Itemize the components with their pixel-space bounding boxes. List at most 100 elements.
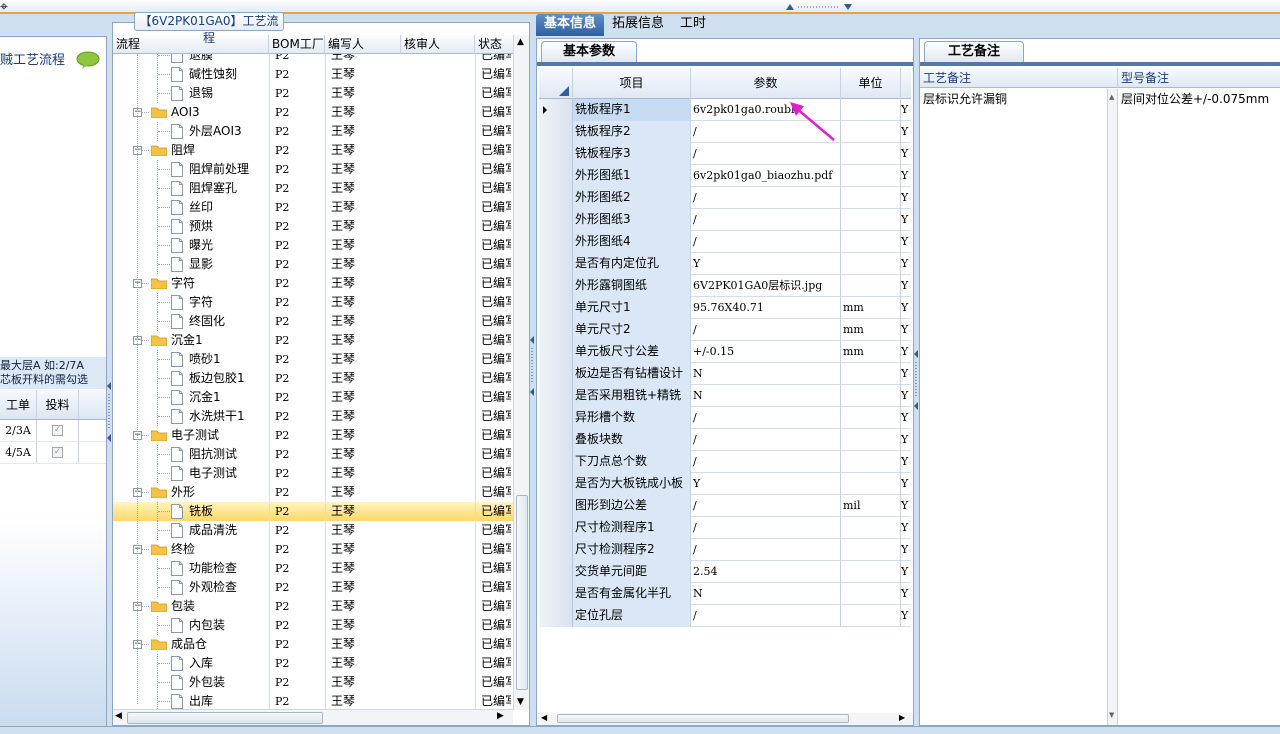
tree-step-row[interactable]: 成品清洗 P2 王琴 已编写: [113, 521, 513, 540]
collapse-grip-icon[interactable]: [786, 4, 852, 10]
tab-process-notes[interactable]: 工艺备注: [924, 41, 1024, 63]
row-selector[interactable]: [539, 451, 573, 473]
row-selector[interactable]: [539, 121, 573, 143]
row-selector[interactable]: [539, 187, 573, 209]
param-unit-cell[interactable]: [841, 473, 901, 495]
param-row[interactable]: 异形槽个数 / Y: [539, 407, 911, 429]
tree-vertical-scrollbar[interactable]: ▲ ▼: [513, 35, 529, 710]
tree-step-row[interactable]: 字符 P2 王琴 已编写: [113, 293, 513, 312]
col-header-feed[interactable]: 投料: [37, 390, 79, 419]
row-selector[interactable]: [539, 605, 573, 627]
param-unit-cell[interactable]: [841, 187, 901, 209]
param-value-cell[interactable]: +/-0.15: [691, 341, 841, 363]
scroll-down-icon[interactable]: ▼: [1109, 711, 1114, 719]
col-header-process-note[interactable]: 工艺备注: [920, 68, 1118, 88]
scroll-up-icon[interactable]: ▲: [517, 37, 524, 47]
tree-step-row[interactable]: 入库 P2 王琴 已编写: [113, 654, 513, 673]
param-unit-cell[interactable]: [841, 451, 901, 473]
param-value-cell[interactable]: N: [691, 385, 841, 407]
param-unit-cell[interactable]: [841, 429, 901, 451]
tree-horizontal-scroll-thumb[interactable]: [127, 712, 323, 724]
col-header-item[interactable]: 项目: [573, 68, 691, 99]
tree-step-row[interactable]: 阻抗测试 P2 王琴 已编写: [113, 445, 513, 464]
row-selector[interactable]: [539, 539, 573, 561]
param-unit-cell[interactable]: [841, 143, 901, 165]
param-row[interactable]: 板边是否有钻槽设计 N Y: [539, 363, 911, 385]
work-order-row[interactable]: 2/3A ✓: [0, 420, 106, 442]
row-selector[interactable]: [539, 253, 573, 275]
param-value-cell[interactable]: /: [691, 187, 841, 209]
tree-group-row[interactable]: −成品仓P2王琴已编写: [113, 635, 513, 654]
param-row[interactable]: 尺寸检测程序1/ Y: [539, 517, 911, 539]
param-value-cell[interactable]: /: [691, 209, 841, 231]
param-unit-cell[interactable]: mm: [841, 297, 901, 319]
model-note-field[interactable]: 层间对位公差+/-0.075mm: [1118, 89, 1280, 725]
param-row[interactable]: 下刀点总个数 / Y: [539, 451, 911, 473]
process-note-scrollbar[interactable]: ▲ ▼: [1108, 89, 1118, 725]
tree-group-row[interactable]: −包装P2王琴已编写: [113, 597, 513, 616]
tree-step-row[interactable]: 终固化 P2 王琴 已编写: [113, 312, 513, 331]
tab-basic-info[interactable]: 基本信息: [536, 14, 605, 36]
param-unit-cell[interactable]: [841, 363, 901, 385]
param-value-cell[interactable]: /: [691, 231, 841, 253]
row-selector[interactable]: [539, 319, 573, 341]
param-value-cell[interactable]: N: [691, 583, 841, 605]
tree-step-row[interactable]: 水洗烘干1 P2 王琴 已编写: [113, 407, 513, 426]
tree-step-row[interactable]: 板边包胶1 P2 王琴 已编写: [113, 369, 513, 388]
param-value-cell[interactable]: /: [691, 319, 841, 341]
param-row[interactable]: 单元板尺寸公差 +/-0.15 mm Y: [539, 341, 911, 363]
tree-step-row[interactable]: 退锡 P2 王琴 已编写: [113, 84, 513, 103]
param-value-cell[interactable]: Y: [691, 473, 841, 495]
tree-step-row[interactable]: 阻焊前处理 P2 王琴 已编写: [113, 160, 513, 179]
tab-basic-params[interactable]: 基本参数: [541, 41, 637, 63]
col-header-reviewer[interactable]: 核审人: [401, 35, 475, 54]
col-header-value[interactable]: 参数: [691, 68, 841, 99]
param-unit-cell[interactable]: [841, 407, 901, 429]
row-selector[interactable]: [539, 231, 573, 253]
param-row[interactable]: 是否有金属化半孔 N Y: [539, 583, 911, 605]
row-selector[interactable]: [539, 209, 573, 231]
row-selector[interactable]: [539, 561, 573, 583]
scroll-right-icon[interactable]: ▶: [497, 711, 504, 721]
param-row[interactable]: 外形露铜图纸 6V2PK01GA0层标识.jpg Y: [539, 275, 911, 297]
tree-step-row[interactable]: 沉金1 P2 王琴 已编写: [113, 388, 513, 407]
work-order-row[interactable]: 4/5A ✓: [0, 442, 106, 464]
move-handle-icon[interactable]: ⌖: [0, 0, 8, 14]
row-selector[interactable]: [539, 385, 573, 407]
splitter-arrow-icon[interactable]: [530, 336, 535, 396]
feed-checkbox[interactable]: ✓: [52, 447, 63, 458]
param-row[interactable]: 单元尺寸2/mm Y: [539, 319, 911, 341]
param-value-cell[interactable]: 6V2PK01GA0层标识.jpg: [691, 275, 841, 297]
middle-splitter[interactable]: [530, 36, 535, 726]
tree-group-row[interactable]: −终检P2王琴已编写: [113, 540, 513, 559]
param-value-cell[interactable]: Y: [691, 253, 841, 275]
param-row[interactable]: 是否有内定位孔 Y Y: [539, 253, 911, 275]
param-value-cell[interactable]: /: [691, 407, 841, 429]
param-unit-cell[interactable]: [841, 99, 901, 121]
col-header-order[interactable]: 工单: [0, 390, 37, 419]
param-row[interactable]: 铣板程序2/Y: [539, 121, 911, 143]
param-value-cell[interactable]: /: [691, 451, 841, 473]
param-unit-cell[interactable]: [841, 275, 901, 297]
param-value-cell[interactable]: 95.76X40.71: [691, 297, 841, 319]
scroll-left-icon[interactable]: ◀: [115, 711, 122, 721]
params-horizontal-scroll-thumb[interactable]: [557, 714, 849, 723]
col-header-bom[interactable]: BOM工厂: [269, 35, 325, 54]
tab-work-hours[interactable]: 工时: [672, 14, 714, 36]
param-row[interactable]: 交货单元间距 2.54 Y: [539, 561, 911, 583]
row-selector[interactable]: [539, 407, 573, 429]
tree-step-row[interactable]: 功能检查 P2 王琴 已编写: [113, 559, 513, 578]
param-row[interactable]: 外形图纸2/ Y: [539, 187, 911, 209]
param-value-cell[interactable]: /: [691, 429, 841, 451]
param-unit-cell[interactable]: [841, 165, 901, 187]
row-selector[interactable]: [539, 583, 573, 605]
params-horizontal-scrollbar[interactable]: ◀ ▶: [537, 713, 913, 725]
param-unit-cell[interactable]: [841, 209, 901, 231]
row-selector[interactable]: [539, 517, 573, 539]
param-value-cell[interactable]: /: [691, 605, 841, 627]
param-row[interactable]: 尺寸检测程序2/ Y: [539, 539, 911, 561]
tree-step-row[interactable]: 预烘 P2 王琴 已编写: [113, 217, 513, 236]
tree-group-row[interactable]: −阻焊P2王琴已编写: [113, 141, 513, 160]
tab-extended-info[interactable]: 拓展信息: [604, 14, 672, 36]
row-selector[interactable]: [539, 165, 573, 187]
